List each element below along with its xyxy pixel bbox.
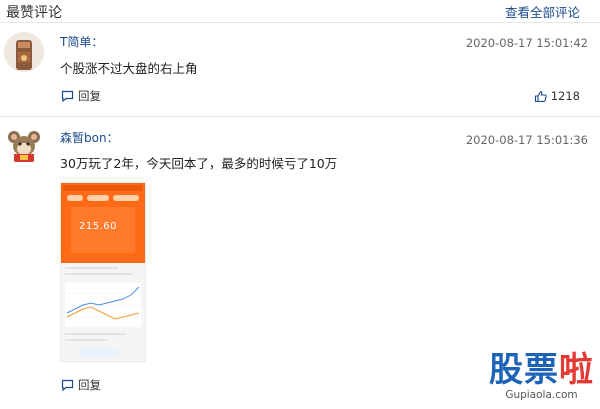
watermark-char: 票 [524,350,559,390]
screenshot-button [79,349,119,357]
comment-text: 个股涨不过大盘的右上角 [60,61,198,76]
reply-label: 回复 [78,89,101,103]
watermark-logo-text: 股票啦 [489,352,594,388]
screenshot-text-lines [65,267,141,279]
speech-bubble-icon [61,379,74,391]
like-button[interactable]: 1218 [534,88,580,104]
screenshot-tab [87,195,109,201]
reply-label: 回复 [78,378,101,392]
watermark-url: Gupiaola.com [505,389,578,401]
attached-screenshot[interactable]: 215.60 [60,182,146,362]
reply-button[interactable]: 回复 [61,377,101,393]
screenshot-footer-lines [65,333,141,345]
comment-time: 2020-08-17 15:01:36 [465,133,588,147]
comment-username[interactable]: T简单： [60,33,103,50]
screenshot-topbar [63,185,143,191]
section-title: 最赞评论 [6,5,62,21]
comments-header: 最赞评论 查看全部评论 [0,0,600,23]
comment-time: 2020-08-17 15:01:42 [465,36,588,50]
screenshot-tab [67,195,83,201]
watermark-char: 股 [489,350,524,390]
avatar[interactable] [4,32,44,72]
screenshot-tab [113,195,139,201]
divider [0,116,600,117]
mouse-avatar-icon [4,124,44,164]
avatar[interactable] [4,124,44,164]
comment-text: 30万玩了2年，今天回本了，最多的时候亏了10万 [60,156,338,171]
speech-bubble-icon [61,90,74,102]
comment-username[interactable]: 森暂bon： [60,129,119,146]
screenshot-line-chart [65,283,141,327]
thumbs-up-icon [534,90,547,102]
view-all-comments-link[interactable]: 查看全部评论 [505,2,580,21]
avatar-photo [4,32,44,72]
reply-button[interactable]: 回复 [61,88,101,104]
screenshot-amount: 215.60 [79,221,117,232]
watermark-char: 啦 [559,350,594,390]
like-count: 1218 [550,89,580,103]
site-watermark: 股票啦 Gupiaola.com [489,352,594,401]
